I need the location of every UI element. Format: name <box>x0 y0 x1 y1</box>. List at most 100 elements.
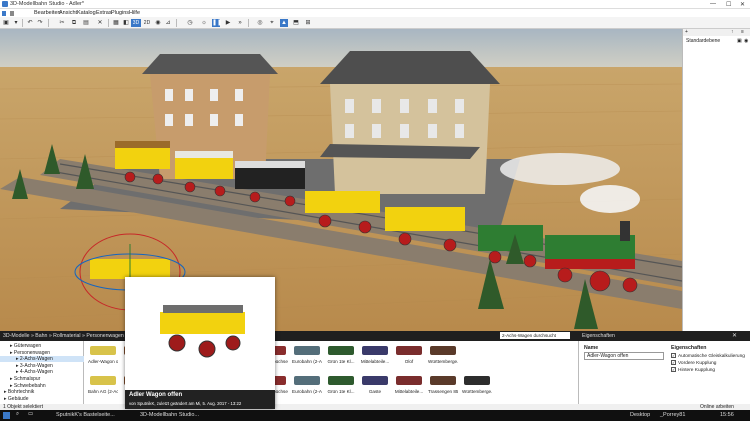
tree-item[interactable]: ▸ Gebäude <box>0 396 84 402</box>
measure-icon[interactable]: ⊿ <box>164 19 172 27</box>
taskbar-item-browser[interactable]: SputnikK's Bastelseite... <box>56 412 115 418</box>
tree-item[interactable]: ▸ Schwebebahn <box>0 383 84 389</box>
model-thumbnail[interactable]: Württemberge... <box>428 343 458 367</box>
tree-item[interactable]: ▸ Güterwagen <box>0 343 84 349</box>
thumbnail-label: Eurobahn (2-A... <box>292 389 322 394</box>
tree-item[interactable]: ▸ Schmalspur <box>0 376 84 382</box>
taskbar-user: _Porrey81 <box>660 412 686 418</box>
close-button[interactable]: ✕ <box>740 1 745 8</box>
tree-item-label: 3-Achs-Wagen <box>19 362 53 369</box>
move-up-icon[interactable]: ↑ <box>731 29 734 35</box>
windows-start-icon[interactable] <box>3 412 10 419</box>
minimize-button[interactable]: — <box>710 1 716 7</box>
properties-section: Eigenschaften <box>671 345 707 351</box>
redo-icon[interactable]: ↷ <box>36 19 44 27</box>
model-thumbnail[interactable]: Mittelabteile... <box>360 343 390 367</box>
track-icon[interactable]: ⊞ <box>304 19 312 27</box>
app-menu-icon[interactable] <box>2 11 6 16</box>
thumbnail-image <box>90 346 116 355</box>
thumbnail-label: Adler-Wagon o... <box>88 359 118 364</box>
grid-icon[interactable]: ▦ <box>112 19 120 27</box>
menu-extras[interactable]: Extras <box>96 10 112 16</box>
model-thumbnail[interactable]: Grün 1te Kl... <box>326 373 356 397</box>
lock-icon[interactable]: ▣ <box>737 38 742 44</box>
layers-icon[interactable]: ◧ <box>122 19 130 27</box>
snap-icon[interactable]: ▲ <box>280 19 288 27</box>
terrain-icon[interactable]: ⬒ <box>292 19 300 27</box>
tree-item-label: 2-Achs-Wagen <box>19 356 53 363</box>
model-thumbnail[interactable]: Olof <box>394 343 424 367</box>
tree-item[interactable]: ▸ 2-Achs-Wagen <box>0 356 84 363</box>
thumbnail-image <box>396 346 422 355</box>
delete-icon[interactable]: ✕ <box>96 19 104 27</box>
taskbar-item-app[interactable]: 3D-Modellbahn Studio... <box>140 412 199 418</box>
thumbnail-label: Grün 1te Kl... <box>327 389 355 394</box>
model-thumbnail[interactable]: Trassengen 85... <box>428 373 458 397</box>
copy-icon[interactable]: ⧉ <box>70 19 78 27</box>
menu-icon[interactable]: ≡ <box>741 29 744 35</box>
layer-name[interactable]: Standardebene <box>686 38 720 44</box>
save-icon[interactable]: ▣ <box>2 19 10 27</box>
3d-viewport[interactable] <box>0 29 682 331</box>
model-thumbnail[interactable]: Bahn AG (2-Ac... <box>88 373 118 397</box>
model-thumbnail[interactable]: Adler-Wagon o... <box>88 343 118 367</box>
thumbnail-image <box>430 346 456 355</box>
menu-katalog[interactable]: Katalog <box>77 10 96 16</box>
name-field[interactable]: Adler-Wagon offen <box>584 352 664 360</box>
save-icon[interactable] <box>10 11 14 16</box>
fast-forward-icon[interactable]: » <box>236 19 244 27</box>
menu-bearbeiten[interactable]: Bearbeiten <box>34 10 61 16</box>
dropdown-icon[interactable]: ▾ <box>12 19 20 27</box>
title-bar: 3D-Modellbahn Studio - Adler* — ☐ ✕ <box>0 0 750 9</box>
maximize-button[interactable]: ☐ <box>726 1 731 8</box>
undo-icon[interactable]: ↶ <box>26 19 34 27</box>
view-2d-button[interactable]: 2D <box>142 19 152 27</box>
play-icon[interactable]: ▶ <box>224 19 232 27</box>
task-view-icon[interactable]: ▭ <box>28 411 33 417</box>
close-icon[interactable]: ✕ <box>732 332 737 339</box>
thumbnail-image <box>396 376 422 385</box>
model-thumbnail[interactable]: Württemberge... <box>462 373 492 397</box>
sun-icon[interactable]: ☼ <box>200 19 208 27</box>
pin-icon[interactable]: ⌖ <box>268 19 276 27</box>
library-header-bar: 3D-Modelle » Bahn » Rollmaterial » Perso… <box>0 331 750 341</box>
eye-icon[interactable]: ◎ <box>256 19 264 27</box>
model-thumbnail[interactable]: Gaste <box>360 373 390 397</box>
thumbnail-label: Mittelabteile... <box>360 359 390 364</box>
model-thumbnail[interactable]: Eurobahn (2-A... <box>292 373 322 397</box>
thumbnail-label: Württemberge... <box>462 389 492 394</box>
pause-icon[interactable]: ❚❚ <box>212 19 222 27</box>
model-thumbnail[interactable]: Mittelabteile... <box>394 373 424 397</box>
taskbar: ⌕ ▭ SputnikK's Bastelseite... 3D-Modellb… <box>0 410 750 421</box>
thumbnail-label: Gaste <box>368 389 382 394</box>
tree-item[interactable]: ▸ 3-Achs-Wagen <box>0 363 84 369</box>
tree-item[interactable]: ▸ 4-Achs-Wagen <box>0 369 84 375</box>
cut-icon[interactable]: ✂ <box>58 19 66 27</box>
thumbnail-label: Eurobahn (2-A... <box>292 359 322 364</box>
menu-plugins[interactable]: Plugins <box>111 10 129 16</box>
rear-coupling-check[interactable]: ✓ Hintere Kupplung <box>671 367 745 374</box>
front-coupling-check[interactable]: ✓ Vordere Kupplung <box>671 360 745 367</box>
tree-item[interactable]: ▸ Personenwagen <box>0 350 84 356</box>
eye-icon[interactable]: ◉ <box>744 38 748 44</box>
menu-ansicht[interactable]: Ansicht <box>59 10 77 16</box>
add-icon[interactable]: + <box>685 29 688 35</box>
thumbnail-label: Bahn AG (2-Ac... <box>88 389 118 394</box>
model-thumbnail[interactable]: Eurobahn (2-A... <box>292 343 322 367</box>
model-thumbnail[interactable]: Grün 1te Kl... <box>326 343 356 367</box>
search-icon[interactable]: ⌕ <box>16 411 19 418</box>
menu-hilfe[interactable]: Hilfe <box>129 10 140 16</box>
breadcrumb[interactable]: 3D-Modelle » Bahn » Rollmaterial » Perso… <box>3 333 124 339</box>
auto-track-check[interactable]: ✓ Automatische Gleiskalkulierung <box>671 353 745 360</box>
thumbnail-image <box>362 346 388 355</box>
clock-icon[interactable]: ◷ <box>186 19 194 27</box>
tree-item-label: Schmalspur <box>13 376 41 382</box>
camera-icon[interactable]: ◉ <box>154 19 162 27</box>
taskbar-desktop[interactable]: Desktop <box>630 412 650 418</box>
thumbnail-image <box>464 376 490 385</box>
tree-item[interactable]: ▸ Bohrtechnik <box>0 389 84 395</box>
paste-icon[interactable]: ▤ <box>82 19 90 27</box>
window-title: 3D-Modellbahn Studio - Adler* <box>10 1 84 7</box>
search-input[interactable]: 2-Achs-Wagen durchsucht <box>500 332 570 339</box>
view-3d-button[interactable]: 3D <box>131 19 141 27</box>
